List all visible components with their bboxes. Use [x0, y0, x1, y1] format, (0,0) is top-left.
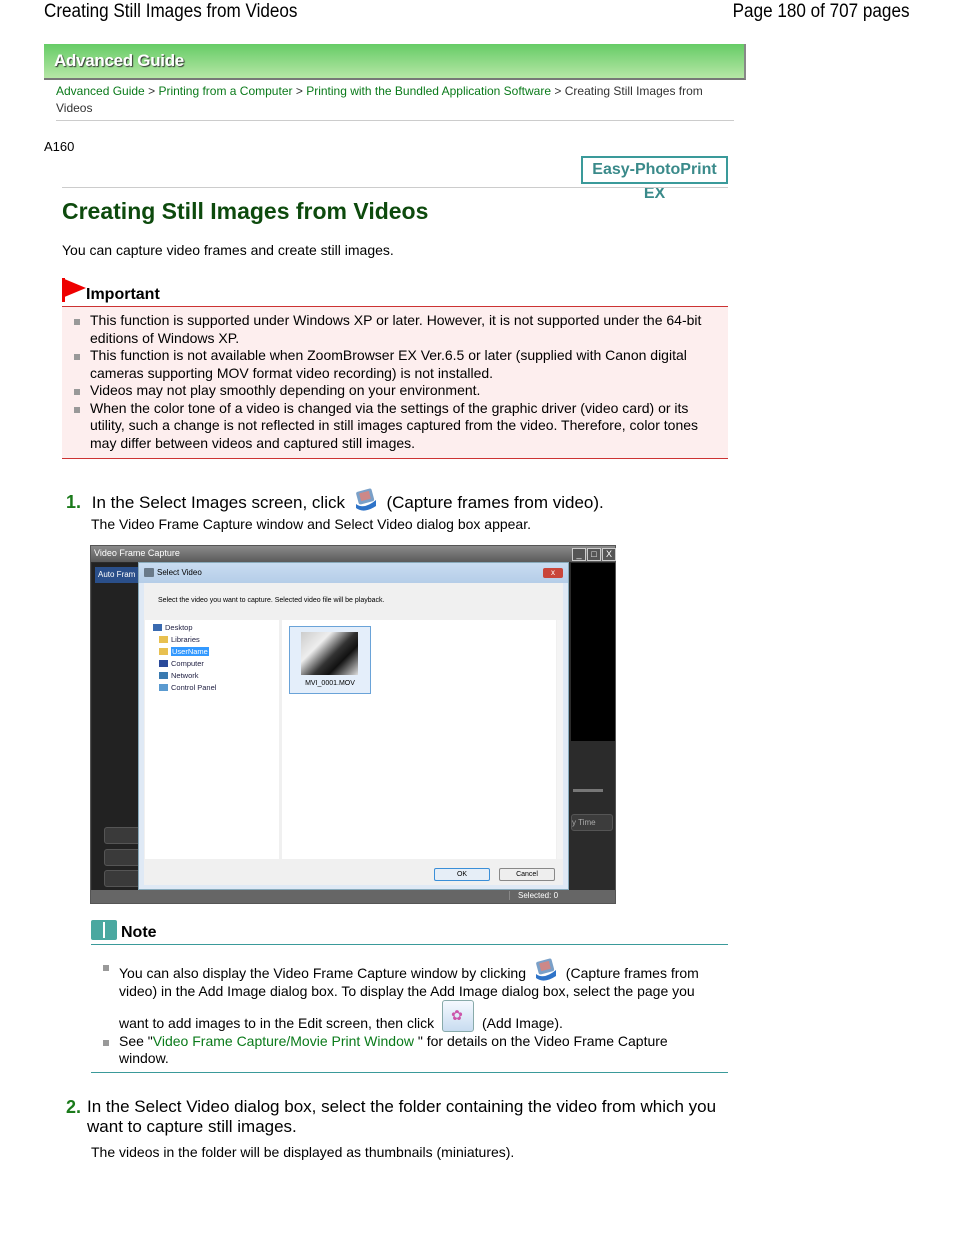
- step-text: (Capture frames from video).: [386, 493, 604, 512]
- note-text: (Add Image).: [481, 1015, 563, 1031]
- note-list: You can also display the Video Frame Cap…: [91, 958, 721, 1068]
- network-icon: [159, 672, 168, 679]
- tree-item-username[interactable]: UserName: [159, 647, 209, 656]
- step-1-result: The Video Frame Capture window and Selec…: [91, 516, 531, 532]
- right-panel: y Time: [571, 563, 615, 891]
- folder-icon: [159, 636, 168, 643]
- scrollbar[interactable]: [557, 620, 563, 859]
- breadcrumb-separator: >: [554, 84, 562, 98]
- page-title: Creating Still Images from Videos: [62, 198, 429, 224]
- panel-button[interactable]: [104, 849, 142, 866]
- step-number: 1.: [66, 492, 82, 512]
- video-frame-capture-window-link[interactable]: Video Frame Capture/Movie Print Window: [153, 1033, 414, 1049]
- step-text: In the Select Video dialog box, select t…: [87, 1097, 717, 1136]
- play-time-button[interactable]: y Time: [571, 814, 613, 831]
- dialog-close-button[interactable]: x: [543, 568, 563, 578]
- note-item: See "Video Frame Capture/Movie Print Win…: [91, 1033, 721, 1068]
- important-label: Important: [86, 286, 160, 303]
- folder-tree: Desktop Libraries UserName Computer Netw…: [145, 620, 279, 859]
- slider[interactable]: [573, 789, 603, 792]
- note-label: Note: [121, 924, 157, 941]
- important-box: This function is supported under Windows…: [62, 306, 728, 459]
- add-image-icon: [442, 1000, 475, 1032]
- status-bar: Selected: 0: [91, 890, 615, 903]
- video-icon: [144, 568, 154, 577]
- video-filename: MVI_0001.MOV: [305, 680, 355, 687]
- tree-item-libraries[interactable]: Libraries: [159, 635, 200, 644]
- book-icon: [91, 920, 117, 940]
- important-item: This function is supported under Windows…: [62, 312, 722, 347]
- dialog-instruction: Select the video you want to capture. Se…: [158, 597, 385, 604]
- tree-item-desktop[interactable]: Desktop: [153, 623, 193, 632]
- breadcrumb-separator: >: [295, 84, 303, 98]
- video-thumbnail[interactable]: MVI_0001.MOV: [289, 626, 371, 694]
- important-list: This function is supported under Windows…: [62, 312, 722, 452]
- dialog-body: Select the video you want to capture. Se…: [144, 583, 563, 885]
- banner-label: Advanced Guide: [54, 51, 184, 70]
- maximize-button[interactable]: □: [587, 548, 601, 561]
- video-frame-capture-screenshot: Video Frame Capture _ □ X Auto Fram y Ti…: [90, 545, 616, 904]
- flag-icon-shape: [62, 278, 86, 298]
- important-item: When the color tone of a video is change…: [62, 400, 722, 453]
- window-titlebar: Video Frame Capture _ □ X: [91, 546, 616, 562]
- important-item: This function is not available when Zoom…: [62, 347, 722, 382]
- intro-text: You can capture video frames and create …: [62, 242, 394, 258]
- file-thumbnails: MVI_0001.MOV: [282, 620, 556, 859]
- page-indicator: Page 180 of 707 pages: [733, 1, 910, 22]
- advanced-guide-banner: Advanced Guide: [44, 44, 746, 80]
- left-panel: Auto Fram: [92, 563, 142, 891]
- document-code: A160: [44, 139, 75, 154]
- note-text: See ": [119, 1032, 153, 1049]
- divider: [62, 187, 728, 188]
- panel-button[interactable]: [104, 870, 142, 887]
- dialog-title: Select Video: [157, 568, 202, 577]
- auto-frame-tab[interactable]: Auto Fram: [95, 567, 139, 583]
- step-text: In the Select Images screen, click: [91, 493, 345, 512]
- breadcrumb-bundled-software[interactable]: Printing with the Bundled Application So…: [306, 84, 551, 98]
- cancel-button[interactable]: Cancel: [499, 868, 555, 881]
- window-title: Video Frame Capture: [94, 548, 180, 558]
- tree-item-network[interactable]: Network: [159, 671, 199, 680]
- breadcrumb-printing-from-computer[interactable]: Printing from a Computer: [158, 84, 292, 98]
- computer-icon: [159, 660, 168, 667]
- user-folder-icon: [159, 648, 168, 655]
- desktop-icon: [153, 624, 162, 631]
- minimize-button[interactable]: _: [572, 548, 586, 561]
- tree-item-computer[interactable]: Computer: [159, 659, 204, 668]
- control-panel-icon: [159, 684, 168, 691]
- capture-frames-icon: [535, 958, 556, 981]
- selected-count: Selected: 0: [509, 891, 558, 900]
- ok-button[interactable]: OK: [434, 868, 490, 881]
- document-header-title: Creating Still Images from Videos: [44, 1, 298, 22]
- select-video-dialog: Select Video x Select the video you want…: [138, 562, 569, 890]
- controls-panel: y Time: [571, 741, 615, 891]
- step-2-result: The videos in the folder will be display…: [91, 1144, 515, 1160]
- step-1: 1. In the Select Images screen, click (C…: [66, 488, 604, 513]
- step-2: 2. In the Select Video dialog box, select…: [66, 1097, 726, 1137]
- note-item: You can also display the Video Frame Cap…: [91, 958, 721, 1033]
- divider: [91, 944, 728, 945]
- divider: [91, 1072, 728, 1073]
- panel-button[interactable]: [104, 827, 142, 844]
- dialog-titlebar: Select Video x: [139, 563, 568, 583]
- close-button[interactable]: X: [602, 548, 616, 561]
- capture-frames-icon: [355, 488, 376, 511]
- divider: [56, 120, 734, 121]
- important-item: Videos may not play smoothly depending o…: [62, 382, 722, 400]
- note-text: You can also display the Video Frame Cap…: [119, 965, 527, 981]
- tree-item-control-panel[interactable]: Control Panel: [159, 683, 216, 692]
- breadcrumb: Advanced Guide > Printing from a Compute…: [56, 83, 736, 117]
- thumbnail-image: [301, 632, 358, 675]
- breadcrumb-separator: >: [148, 84, 156, 98]
- product-logo: Easy-PhotoPrint EX: [581, 156, 728, 202]
- step-number: 2.: [66, 1097, 82, 1117]
- breadcrumb-advanced-guide[interactable]: Advanced Guide: [56, 84, 145, 98]
